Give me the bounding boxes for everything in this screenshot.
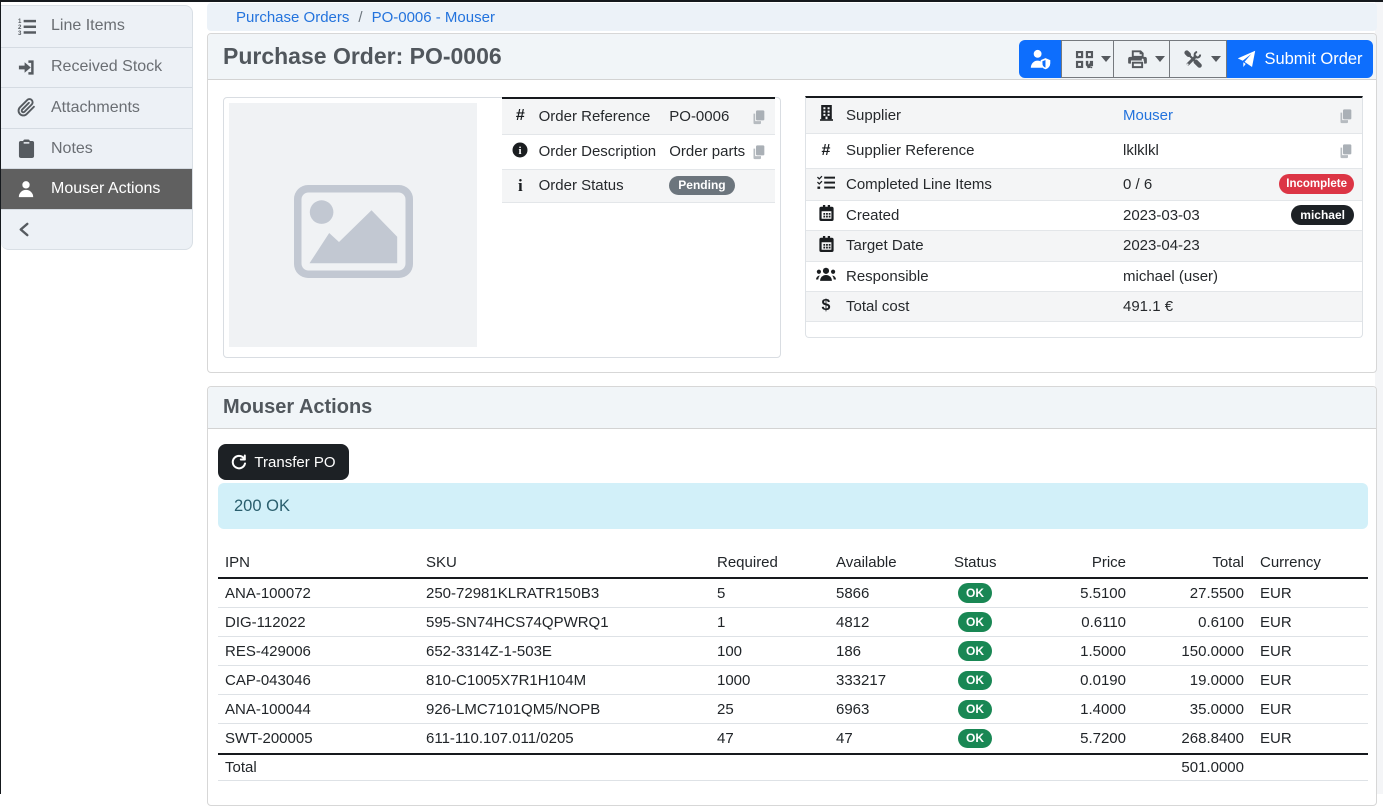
svg-text:i: i [519, 145, 522, 157]
svg-text:3: 3 [17, 30, 21, 36]
